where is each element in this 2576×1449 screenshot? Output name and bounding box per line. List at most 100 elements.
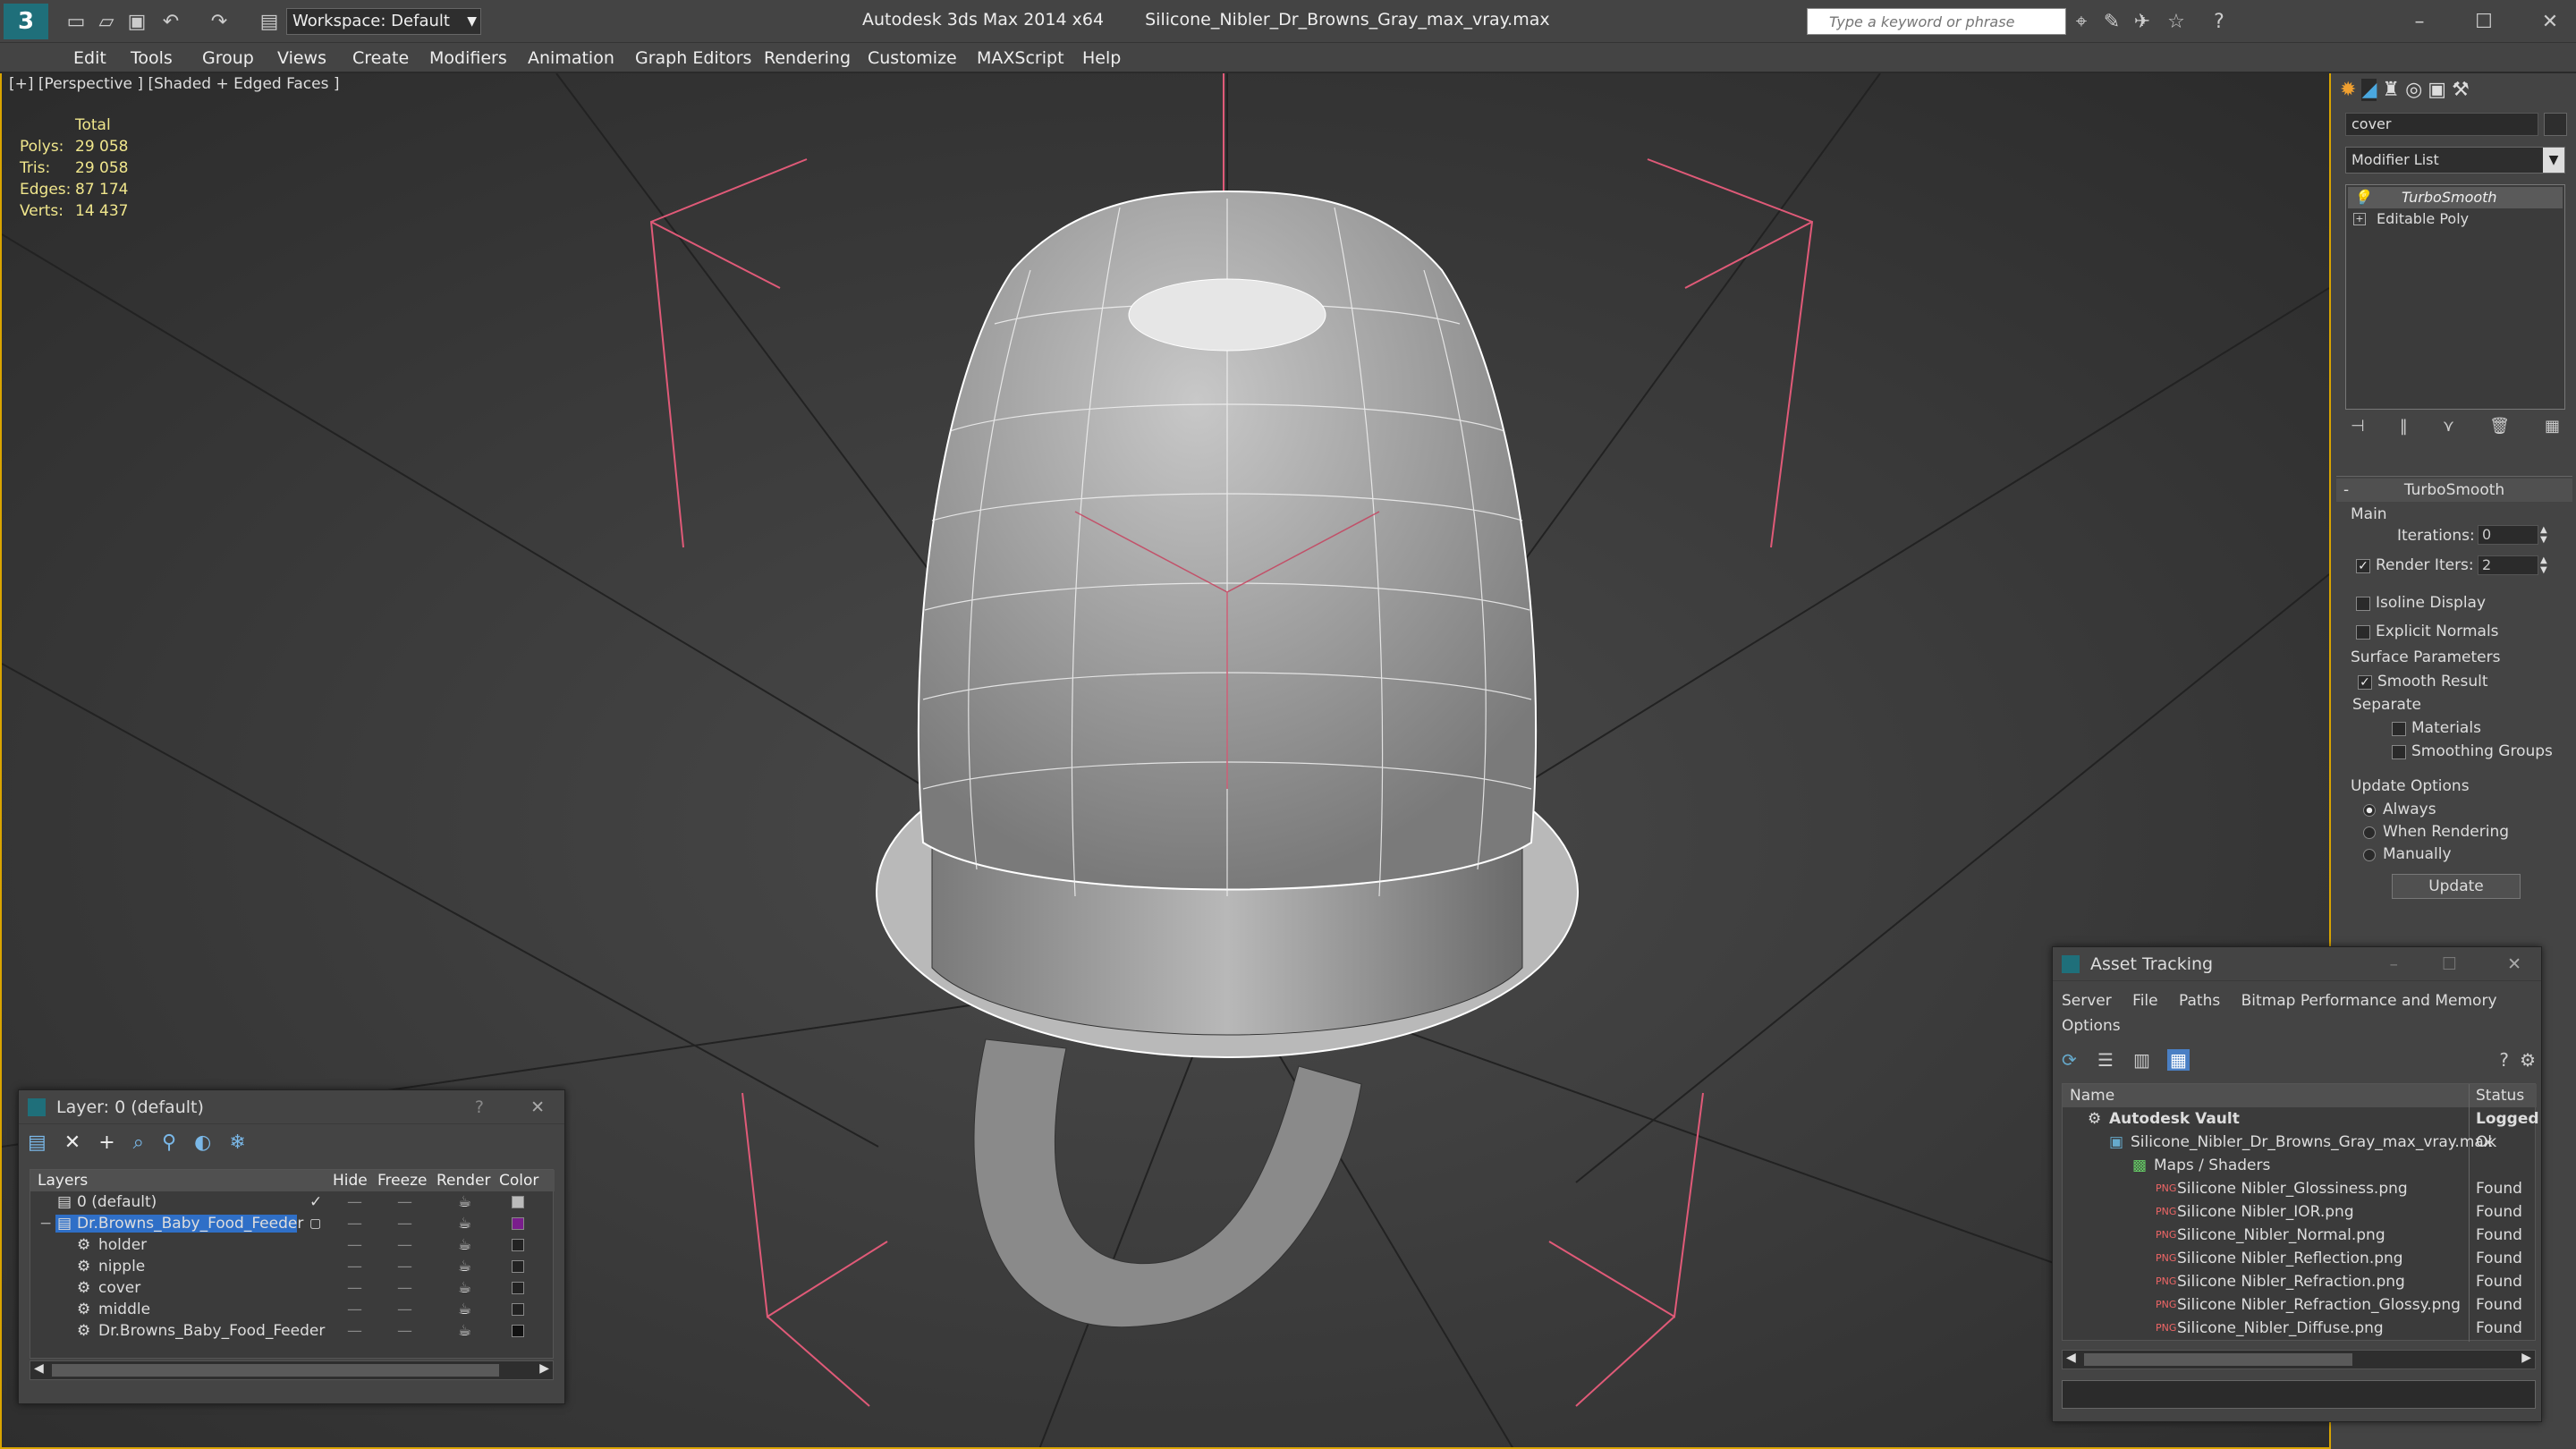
col-name[interactable]: Name xyxy=(2070,1084,2114,1107)
asset-window-title-bar[interactable]: Asset Tracking – ☐ ✕ xyxy=(2053,947,2541,981)
asset-row-map[interactable]: PNG Silicone_Nibler_Normal.png Found xyxy=(2063,1224,2537,1247)
menu-rendering[interactable]: Rendering xyxy=(757,43,858,73)
col-color[interactable]: Color xyxy=(499,1170,538,1191)
col-render[interactable]: Render xyxy=(436,1170,491,1191)
freeze-toggle[interactable]: — xyxy=(397,1256,412,1277)
scroll-right-icon[interactable]: ▶ xyxy=(2521,1351,2531,1365)
when-rendering-radio[interactable] xyxy=(2363,826,2376,839)
app-logo-icon[interactable]: 3 xyxy=(4,4,48,39)
menu-maxscript[interactable]: MAXScript xyxy=(970,43,1072,73)
asset-row-map[interactable]: PNG Silicone_Nibler_Diffuse.png Found xyxy=(2063,1317,2537,1340)
asset-row-map[interactable]: PNG Silicone Nibler_IOR.png Found xyxy=(2063,1200,2537,1224)
scroll-right-icon[interactable]: ▶ xyxy=(539,1361,549,1376)
asset-horizontal-scrollbar[interactable]: ◀ ▶ xyxy=(2062,1350,2536,1369)
layer-color-swatch[interactable] xyxy=(512,1196,524,1208)
render-iters-spinner[interactable]: 2 xyxy=(2478,555,2538,575)
configure-modifier-sets-icon[interactable]: ▦ xyxy=(2545,417,2560,444)
hide-all-layers-icon[interactable]: ◐ xyxy=(194,1131,211,1158)
hide-toggle[interactable]: — xyxy=(347,1320,362,1342)
render-teapot-icon[interactable]: ☕ xyxy=(458,1234,471,1256)
rollout-header[interactable]: - TurboSmooth xyxy=(2336,479,2572,502)
asset-menu-paths[interactable]: Paths xyxy=(2179,992,2220,1010)
minimize-icon[interactable]: – xyxy=(2390,947,2399,981)
asset-row-map[interactable]: PNG Silicone Nibler_Reflection.png Found xyxy=(2063,1247,2537,1270)
search-input[interactable] xyxy=(1807,8,2066,35)
viewport-label[interactable]: [+] [Perspective ] [Shaded + Edged Faces… xyxy=(9,75,339,93)
layer-horizontal-scrollbar[interactable]: ◀ ▶ xyxy=(30,1360,554,1380)
new-file-icon[interactable]: ▭ xyxy=(63,8,89,35)
menu-edit[interactable]: Edit xyxy=(66,43,114,73)
object-name-field[interactable]: cover xyxy=(2345,113,2538,136)
workspace-dropdown[interactable]: Workspace: Default ▼ xyxy=(286,8,481,35)
menu-group[interactable]: Group xyxy=(195,43,261,73)
col-layers[interactable]: Layers xyxy=(38,1170,88,1191)
lightbulb-icon[interactable]: 💡 xyxy=(2353,187,2371,208)
smoothing-groups-checkbox[interactable] xyxy=(2392,745,2406,759)
display-tab-icon[interactable]: ▣ xyxy=(2428,79,2446,101)
menu-tools[interactable]: Tools xyxy=(123,43,180,73)
minimize-icon[interactable]: – xyxy=(2406,8,2433,35)
search-field[interactable] xyxy=(1808,9,2065,34)
stack-item-turbosmooth[interactable]: 💡 TurboSmooth xyxy=(2348,187,2563,208)
render-iters-checkbox[interactable] xyxy=(2356,559,2370,573)
asset-menu-file[interactable]: File xyxy=(2132,992,2157,1010)
hide-toggle[interactable]: — xyxy=(347,1299,362,1320)
menu-views[interactable]: Views xyxy=(270,43,334,73)
freeze-toggle[interactable]: — xyxy=(397,1213,412,1234)
show-end-result-icon[interactable]: ‖ xyxy=(2400,417,2408,444)
hide-toggle[interactable]: — xyxy=(347,1234,362,1256)
help-icon[interactable]: ? xyxy=(2499,1049,2509,1071)
render-teapot-icon[interactable]: ☕ xyxy=(458,1320,471,1342)
create-layer-icon[interactable]: ▤ xyxy=(28,1131,47,1158)
scrollbar-thumb[interactable] xyxy=(52,1364,499,1377)
asset-menu-options[interactable]: Options xyxy=(2062,1017,2121,1035)
layer-row-selected[interactable]: − ▤ Dr.Browns_Baby_Food_Feeder ▢ — — ☕ xyxy=(30,1213,555,1234)
detail-view-icon[interactable]: ▥ xyxy=(2133,1049,2150,1071)
help-icon[interactable]: ? xyxy=(2206,8,2233,35)
close-icon[interactable]: ✕ xyxy=(530,1090,545,1124)
expand-plus-icon[interactable]: + xyxy=(2353,213,2366,225)
object-row-holder[interactable]: ⚙ holder — — ☕ xyxy=(30,1234,555,1256)
table-view-icon[interactable]: ▦ xyxy=(2167,1049,2190,1071)
save-icon[interactable]: ▣ xyxy=(123,8,150,35)
make-unique-icon[interactable]: ⋎ xyxy=(2443,417,2454,444)
object-row-cover[interactable]: ⚙ cover — — ☕ xyxy=(30,1277,555,1299)
object-row-feeder[interactable]: ⚙ Dr.Browns_Baby_Food_Feeder — — ☕ xyxy=(30,1320,555,1342)
render-teapot-icon[interactable]: ☕ xyxy=(458,1277,471,1299)
asset-path-field[interactable] xyxy=(2062,1380,2536,1409)
layer-color-swatch[interactable] xyxy=(512,1239,524,1251)
hide-toggle[interactable]: — xyxy=(347,1256,362,1277)
hierarchy-tab-icon[interactable]: ♜ xyxy=(2382,79,2400,101)
iterations-spinner-arrows[interactable]: ▲ ▼ xyxy=(2540,525,2547,545)
render-iters-spinner-arrows[interactable]: ▲ ▼ xyxy=(2540,555,2547,575)
layer-window-title-bar[interactable]: Layer: 0 (default) ? ✕ xyxy=(19,1090,564,1124)
render-teapot-icon[interactable]: ☕ xyxy=(458,1191,471,1213)
object-color-swatch[interactable] xyxy=(2544,113,2567,136)
update-button[interactable]: Update xyxy=(2392,874,2521,899)
asset-menu-bitmap[interactable]: Bitmap Performance and Memory xyxy=(2241,992,2497,1010)
asset-menu-server[interactable]: Server xyxy=(2062,992,2112,1010)
highlight-layer-icon[interactable]: ⚲ xyxy=(162,1131,176,1158)
menu-customize[interactable]: Customize xyxy=(860,43,964,73)
stack-item-editable-poly[interactable]: + Editable Poly xyxy=(2348,208,2563,230)
menu-create[interactable]: Create xyxy=(345,43,416,73)
asset-row-vault[interactable]: ⚙ Autodesk Vault Logged xyxy=(2063,1107,2539,1131)
col-hide[interactable]: Hide xyxy=(333,1170,368,1191)
freeze-toggle[interactable]: — xyxy=(397,1320,412,1342)
asset-row-maps[interactable]: ▩ Maps / Shaders xyxy=(2063,1154,2537,1177)
materials-checkbox[interactable] xyxy=(2392,722,2406,736)
iterations-spinner[interactable]: 0 xyxy=(2478,525,2538,545)
manually-radio[interactable] xyxy=(2363,849,2376,861)
add-selection-icon[interactable]: ▢ xyxy=(309,1213,321,1234)
communication-icon[interactable]: ✎ xyxy=(2098,8,2125,35)
motion-tab-icon[interactable]: ◎ xyxy=(2405,79,2422,101)
col-status[interactable]: Status xyxy=(2476,1084,2524,1107)
project-folder-icon[interactable]: ▤ xyxy=(256,8,283,35)
pin-stack-icon[interactable]: ⊣ xyxy=(2351,417,2365,444)
asset-row-map[interactable]: PNG Silicone Nibler_Glossiness.png Found xyxy=(2063,1177,2537,1200)
list-view-icon[interactable]: ☰ xyxy=(2097,1049,2114,1071)
favorites-star-icon[interactable]: ☆ xyxy=(2163,8,2190,35)
menu-graph-editors[interactable]: Graph Editors xyxy=(628,43,758,73)
active-layer-check-icon[interactable]: ✓ xyxy=(309,1191,322,1213)
modifier-list-dropdown[interactable]: Modifier List ▼ xyxy=(2345,147,2565,174)
